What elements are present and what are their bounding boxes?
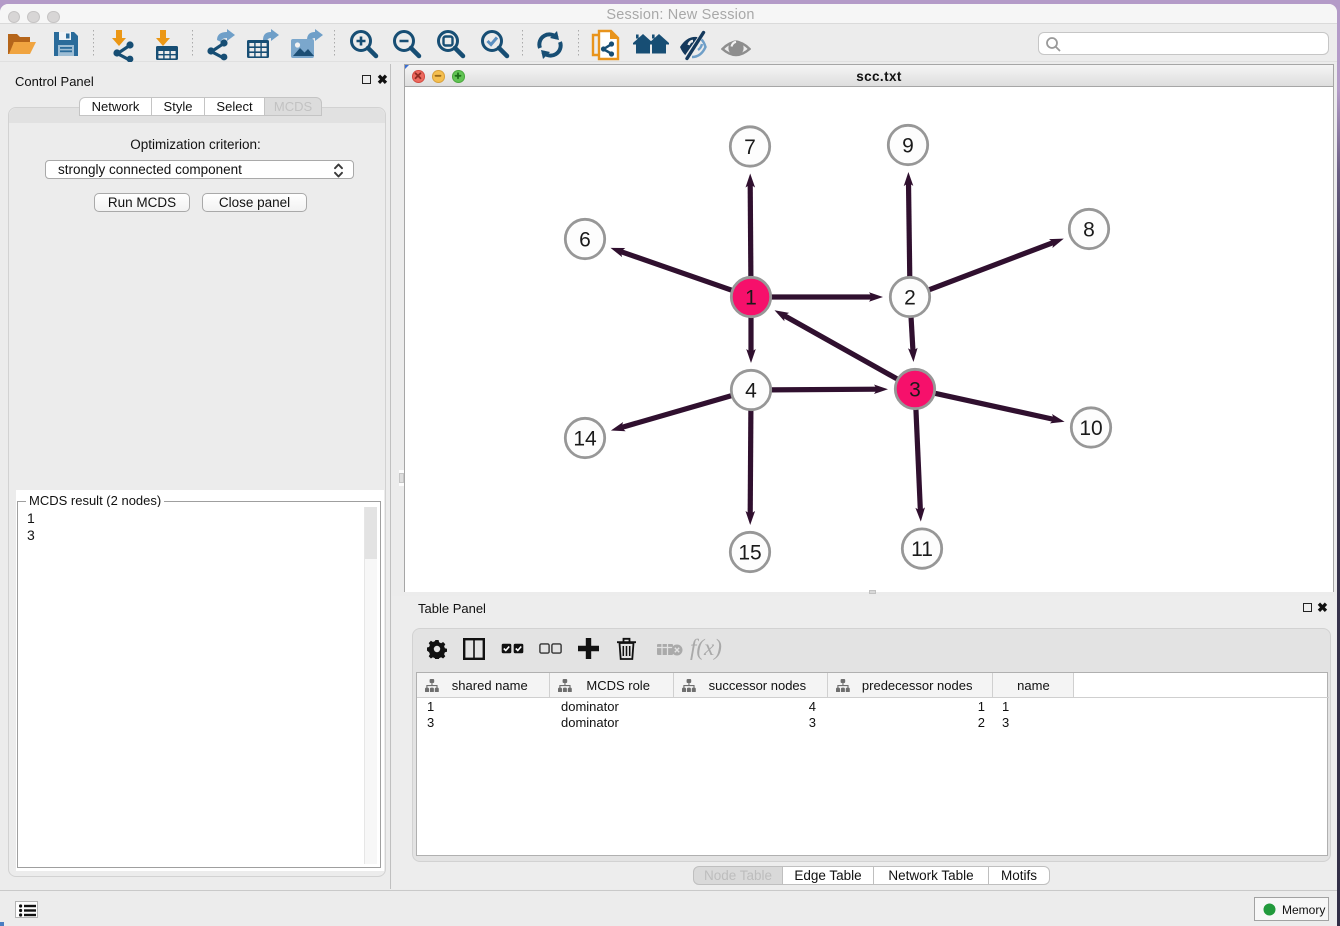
svg-text:11: 11 [911, 538, 933, 561]
svg-text:3: 3 [909, 378, 921, 401]
svg-text:9: 9 [902, 134, 914, 157]
svg-text:1: 1 [745, 286, 757, 309]
svg-text:2: 2 [904, 286, 916, 309]
svg-text:14: 14 [573, 427, 597, 450]
svg-text:7: 7 [744, 136, 756, 159]
svg-text:4: 4 [745, 379, 757, 402]
svg-text:6: 6 [579, 228, 591, 251]
svg-text:10: 10 [1079, 417, 1102, 440]
svg-text:8: 8 [1083, 218, 1095, 241]
svg-text:15: 15 [738, 541, 761, 564]
